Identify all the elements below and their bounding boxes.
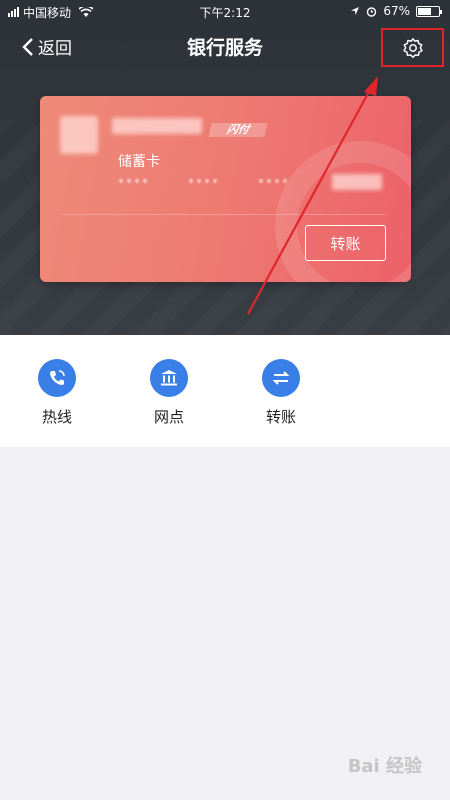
card-number-last-blurred <box>332 174 382 190</box>
card-type-label: 储蓄卡 <box>118 154 160 170</box>
status-bar: 中国移动 下午2:12 67% <box>0 0 450 24</box>
location-icon <box>351 7 360 15</box>
bank-logo-blurred <box>60 116 98 154</box>
nav-bar: 返回 银行服务 <box>0 24 450 70</box>
bank-icon <box>150 359 188 397</box>
shortcut-label: 网点 <box>153 408 184 426</box>
shortcut-label: 转账 <box>265 408 296 426</box>
phone-icon <box>38 359 76 397</box>
shortcut-transfer[interactable]: 转账 <box>251 359 311 427</box>
card-transfer-button[interactable]: 转账 <box>305 225 386 261</box>
battery-icon <box>416 5 442 17</box>
header-area: 中国移动 下午2:12 67% 返回 银行服务 闪付 储蓄卡 **** ****… <box>0 0 450 335</box>
shortcut-label: 热线 <box>41 408 72 426</box>
card-number-mask-2: **** <box>188 176 220 190</box>
card-number-mask-3: **** <box>258 176 290 190</box>
battery-percent: 67% <box>383 4 410 18</box>
shortcut-bar: 热线 网点 转账 <box>0 335 450 447</box>
shortcut-hotline[interactable]: 热线 <box>27 359 87 427</box>
bank-name-blurred <box>112 118 202 134</box>
content-area: Bai 经验 <box>0 447 450 800</box>
bank-card[interactable]: 闪付 储蓄卡 **** **** **** 转账 <box>40 96 411 282</box>
settings-button[interactable] <box>381 28 444 67</box>
transfer-icon <box>262 359 300 397</box>
baidu-watermark: Bai 经验 <box>347 756 422 777</box>
alarm-icon <box>367 6 377 17</box>
gear-icon <box>402 37 423 58</box>
card-divider <box>62 214 387 215</box>
card-number-mask-1: **** <box>118 176 150 190</box>
shortcut-branches[interactable]: 网点 <box>139 359 199 427</box>
quickpass-badge: 闪付 <box>208 123 268 137</box>
